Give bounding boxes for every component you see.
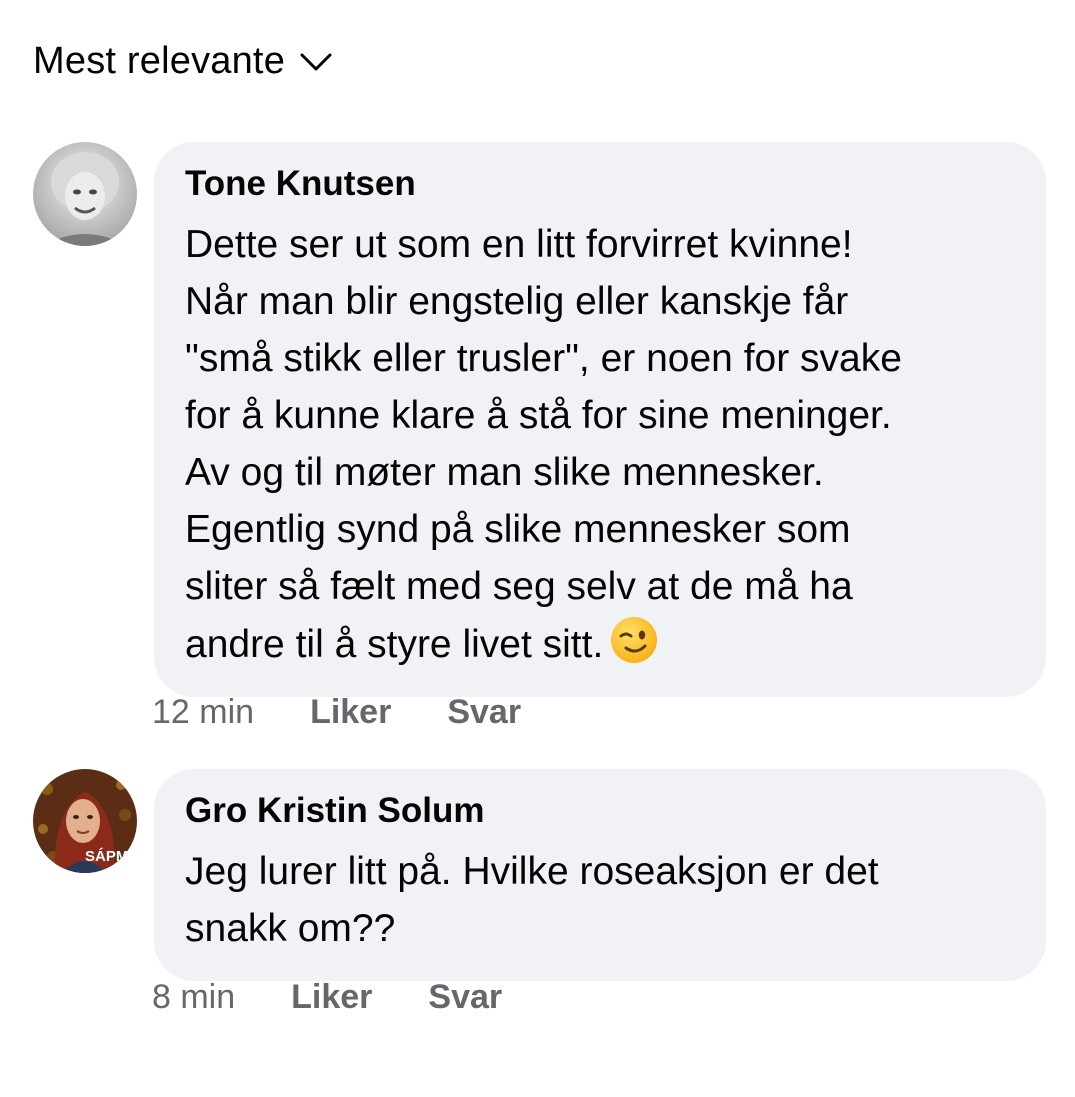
avatar[interactable]: SÁPM	[33, 769, 137, 873]
avatar[interactable]	[33, 142, 137, 246]
like-button[interactable]: Liker	[291, 978, 372, 1017]
chevron-down-icon	[299, 51, 333, 73]
reply-button[interactable]: Svar	[447, 693, 521, 732]
comment-line: Egentlig synd på slike mennesker som	[185, 508, 851, 551]
comment-line: snakk om??	[185, 907, 396, 950]
reply-button[interactable]: Svar	[428, 978, 502, 1017]
comment-line: Dette ser ut som en litt forvirret kvinn…	[185, 223, 853, 266]
comment-author[interactable]: Gro Kristin Solum	[185, 791, 1016, 831]
comment-bubble: Gro Kristin Solum Jeg lurer litt på. Hvi…	[154, 769, 1046, 981]
comment-timestamp: 12 min	[152, 693, 255, 731]
comment-line: sliter så fælt med seg selv at de må ha	[185, 565, 853, 608]
comment-line: "små stikk eller trusler", er noen for s…	[185, 337, 902, 380]
comment-line: Av og til møter man slike mennesker.	[185, 451, 824, 494]
comment-bubble: Tone Knutsen Dette ser ut som en litt fo…	[154, 142, 1046, 697]
comment-actions: 8 min Liker Svar	[152, 978, 502, 1017]
winking-face-emoji	[609, 615, 659, 665]
like-button[interactable]: Liker	[310, 693, 391, 732]
comment-timestamp: 8 min	[152, 978, 236, 1016]
comment-text: Jeg lurer litt på. Hvilke roseaksjon er …	[185, 843, 1016, 957]
comment-line: Jeg lurer litt på. Hvilke roseaksjon er …	[185, 850, 879, 893]
comment-line: Når man blir engstelig eller kanskje får	[185, 280, 849, 323]
sort-dropdown[interactable]: Mest relevante	[33, 40, 333, 83]
comment-line: andre til å styre livet sitt.	[185, 623, 604, 666]
comment-author[interactable]: Tone Knutsen	[185, 164, 1016, 204]
comment-text: Dette ser ut som en litt forvirret kvinn…	[185, 216, 1016, 673]
sort-label: Mest relevante	[33, 40, 286, 82]
comment-actions: 12 min Liker Svar	[152, 693, 521, 732]
comment-line: for å kunne klare å stå for sine meninge…	[185, 394, 892, 437]
avatar-text: SÁPM	[85, 848, 128, 865]
